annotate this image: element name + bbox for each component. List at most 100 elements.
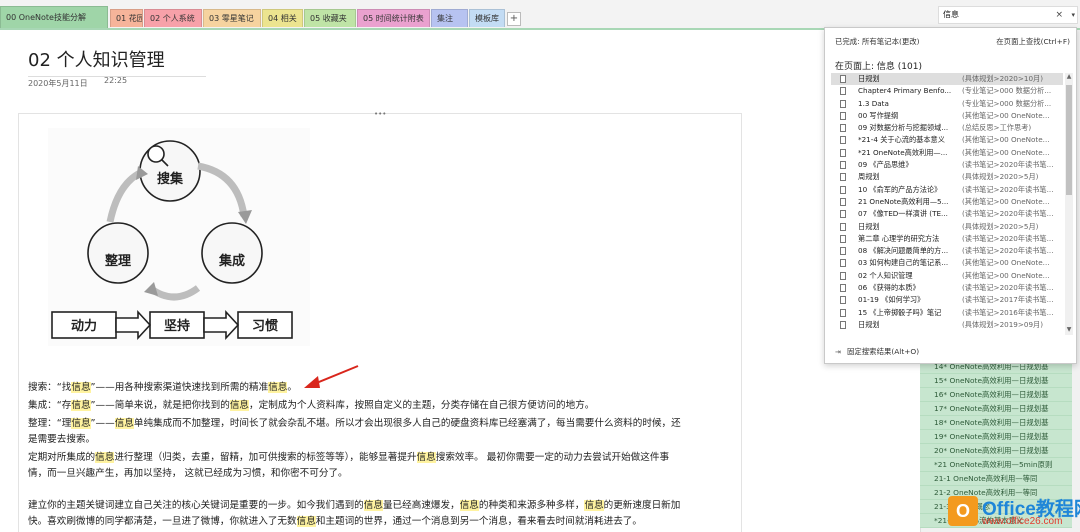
search-hit-highlight: 信息 bbox=[416, 452, 436, 463]
result-path: (读书笔记>2020年读书笔... bbox=[962, 209, 1054, 219]
search-hit-highlight: 信息 bbox=[71, 400, 91, 411]
search-results-panel: 已完成: 所有笔记本(更改) 在页面上查找(Ctrl+F) 在页面上: 信息 (… bbox=[824, 27, 1077, 364]
result-title: 日规划 bbox=[858, 74, 880, 83]
cycle-diagram: 搜集 整理 集成 动力 坚持 习惯 bbox=[51, 140, 293, 341]
search-result-item[interactable]: 日规划 (具体规划>2020>5月) bbox=[831, 221, 1063, 233]
page-icon bbox=[840, 210, 846, 219]
paragraph[interactable]: 建立你的主题关键词建立自己关注的核心关键词是重要的一步。如今我们遇到的信息量已经… bbox=[28, 498, 680, 514]
result-path: (总结反思>工作思考) bbox=[962, 123, 1032, 133]
section-tab[interactable]: 05 时间统计附表 bbox=[357, 9, 430, 27]
text-run: 是需要去搜索。 bbox=[28, 434, 96, 445]
result-title: 1.3 Data bbox=[858, 98, 889, 108]
section-tab[interactable]: 04 相关 bbox=[262, 9, 303, 27]
page-icon bbox=[840, 99, 846, 108]
pin-icon: ⇥ bbox=[835, 348, 841, 356]
search-result-item[interactable]: 15 《上帝掷骰子吗》笔记 (读书笔记>2016年读书笔... bbox=[831, 307, 1063, 319]
text-run: 的更新速度日新加 bbox=[603, 500, 681, 511]
text-run: ”——用各种搜索渠道快速找到所需的精准 bbox=[90, 382, 269, 393]
section-tab[interactable]: 模板库 bbox=[469, 9, 505, 27]
search-result-item[interactable]: 00 写作提纲 (其他笔记>00 OneNote... bbox=[831, 110, 1063, 122]
page-list-item[interactable]: 21-1 OneNote高效利用—等同 bbox=[920, 472, 1072, 486]
search-result-item[interactable]: 01-19 《如何学习》 (读书笔记>2017年读书笔... bbox=[831, 294, 1063, 306]
page-title[interactable]: 02 个人知识管理 bbox=[28, 46, 206, 77]
page-icon bbox=[840, 284, 846, 293]
search-result-item[interactable]: *21 OneNote高效利用—... (其他笔记>00 OneNote... bbox=[831, 147, 1063, 159]
search-result-item[interactable]: 日规划 (具体规划>2020>10月) bbox=[831, 73, 1063, 86]
search-hit-highlight: 信息 bbox=[296, 516, 316, 527]
page-list-item[interactable]: 17* OneNote高效利用—日规划基 bbox=[920, 402, 1072, 416]
search-result-item[interactable]: 03 如何构建自己的笔记系... (其他笔记>00 OneNote... bbox=[831, 257, 1063, 269]
paragraph[interactable]: 搜索：“找信息”——用各种搜索渠道快速找到所需的精准信息。 bbox=[28, 380, 297, 396]
result-path: (读书笔记>2016年读书笔... bbox=[962, 307, 1054, 317]
page-icon bbox=[840, 234, 846, 243]
result-title: 日规划 bbox=[858, 319, 880, 329]
search-result-item[interactable]: Chapter4 Primary Benfo... (专业笔记>000 数据分析.… bbox=[831, 85, 1063, 97]
page-date: 2020年5月11日 bbox=[28, 79, 88, 88]
search-result-item[interactable]: 06 《获得的本质》 (读书笔记>2020年读书笔... bbox=[831, 282, 1063, 294]
text-run: 集成：“存 bbox=[28, 400, 72, 411]
page-list-item[interactable]: 16* OneNote高效利用—日规划基 bbox=[920, 388, 1072, 402]
text-run: ”——简单来说，就是把你找到的 bbox=[90, 400, 230, 411]
paragraph[interactable]: 快。喜欢刷微博的同学都清楚，一旦进了微博，你就进入了无数信息和主题词的世界，通过… bbox=[28, 514, 642, 530]
paragraph[interactable]: 定期对所集成的信息进行整理（归类，去重，留精，加可供搜索的标签等等），能够显著提… bbox=[28, 450, 669, 466]
label-habit: 习惯 bbox=[252, 318, 278, 334]
search-result-item[interactable]: 10 《俞军的产品方法论》 (读书笔记>2020年读书笔... bbox=[831, 184, 1063, 196]
page-list-item[interactable]: 20* OneNote高效利用—日规划基 bbox=[920, 444, 1072, 458]
paragraph[interactable]: 是需要去搜索。 bbox=[28, 432, 95, 448]
search-hit-highlight: 信息 bbox=[584, 500, 604, 511]
result-path: (具体规划>2020>5月) bbox=[962, 172, 1039, 182]
container-drag-handle[interactable]: ••• bbox=[374, 110, 386, 118]
search-hit-highlight: 信息 bbox=[114, 418, 134, 429]
text-run: 量已经高速爆发， bbox=[382, 500, 460, 511]
search-result-item[interactable]: 09 对数据分析与挖掘领域... (总结反思>工作思考) bbox=[831, 122, 1063, 134]
search-scope-chevron-icon[interactable]: ▾ bbox=[1071, 7, 1075, 23]
section-tab-bar: 00 OneNote技能分解 01 花园 02 个人系统 03 零星笔记 04 相关 05… bbox=[0, 0, 1080, 30]
paragraph[interactable]: 情，而一旦兴趣产生，再加以坚持， 这就已经成为习惯，和你密不可分了。 bbox=[28, 466, 348, 482]
search-result-item[interactable]: 08 《解决问题最简单的方... (读书笔记>2020年读书笔... bbox=[831, 245, 1063, 257]
page-list-item[interactable]: *21 OneNote高效利用—5min原则 bbox=[920, 458, 1072, 472]
search-result-item[interactable]: 1.3 Data (专业笔记>000 数据分析... bbox=[831, 98, 1063, 110]
scroll-down-icon[interactable]: ▼ bbox=[1065, 326, 1073, 335]
clear-search-icon[interactable]: × bbox=[1055, 7, 1063, 23]
page-list-item[interactable]: 18* OneNote高效利用—日规划基 bbox=[920, 416, 1072, 430]
text-run: 进行整理（归类，去重，留精，加可供搜索的标签等等），能够显著提升 bbox=[114, 452, 417, 463]
result-path: (其他笔记>00 OneNote... bbox=[962, 270, 1050, 280]
result-title: *21 OneNote高效利用—... bbox=[858, 147, 948, 157]
section-tab[interactable]: 05 收藏夹 bbox=[304, 9, 356, 27]
search-result-item[interactable]: 日规划 (具体规划>2019>09月) bbox=[831, 319, 1063, 331]
section-tab[interactable]: 集注 bbox=[431, 9, 468, 27]
paragraph[interactable]: 集成：“存信息”——简单来说，就是把你找到的信息，定制成为个人资料库，按照自定义… bbox=[28, 398, 594, 414]
search-input[interactable]: 信息 × ▾ bbox=[938, 6, 1078, 24]
search-scope-link[interactable]: 已完成: 所有笔记本(更改) bbox=[835, 36, 920, 47]
label-organize: 整理 bbox=[104, 253, 131, 269]
search-result-item[interactable]: 07 《像TED一样演讲 (TE... (读书笔记>2020年读书笔... bbox=[831, 208, 1063, 220]
search-result-item[interactable]: 21 OneNote高效利用—5... (其他笔记>00 OneNote... bbox=[831, 196, 1063, 208]
result-title: 07 《像TED一样演讲 (TE... bbox=[858, 209, 948, 219]
search-result-item[interactable]: 周规划 (具体规划>2020>5月) bbox=[831, 171, 1063, 183]
section-tab[interactable]: 02 个人系统 bbox=[144, 9, 202, 27]
results-scrollbar[interactable]: ▲ ▼ bbox=[1065, 73, 1073, 335]
search-result-item[interactable]: *21-4 关于心流的基本意义 (其他笔记>00 OneNote... bbox=[831, 134, 1063, 146]
page-icon bbox=[840, 197, 846, 206]
section-tab[interactable]: 03 零星笔记 bbox=[203, 9, 261, 27]
section-tab[interactable]: 01 花园 bbox=[110, 9, 143, 27]
paragraph[interactable]: 整理：“理信息”——信息单纯集成而不加整理，时间长了就会杂乱不堪。所以才会出现很… bbox=[28, 416, 681, 432]
result-title: 06 《获得的本质》 bbox=[858, 283, 920, 293]
result-path: (具体规划>2019>09月) bbox=[962, 319, 1044, 329]
result-title: 周规划 bbox=[858, 172, 880, 182]
search-hit-highlight: 信息 bbox=[229, 400, 250, 411]
page-icon bbox=[840, 259, 846, 268]
scroll-thumb[interactable] bbox=[1066, 85, 1072, 195]
page-list-item[interactable]: 19* OneNote高效利用—日规划基 bbox=[920, 430, 1072, 444]
add-section-button[interactable]: + bbox=[507, 12, 521, 26]
search-result-item[interactable]: 02 个人知识管理 (其他笔记>00 OneNote... bbox=[831, 270, 1063, 282]
label-persist: 坚持 bbox=[164, 318, 190, 334]
page-list-item[interactable]: 15* OneNote高效利用—日规划基 bbox=[920, 374, 1072, 388]
scroll-up-icon[interactable]: ▲ bbox=[1065, 73, 1073, 82]
search-result-item[interactable]: 第二章 心理学的研究方法 (读书笔记>2020年读书笔... bbox=[831, 233, 1063, 245]
pin-results-button[interactable]: ⇥ 固定搜索结果(Alt+O) bbox=[835, 346, 919, 357]
result-title: 00 写作提纲 bbox=[858, 110, 899, 120]
section-tab[interactable]: 00 OneNote技能分解 bbox=[0, 6, 108, 30]
find-on-page-link[interactable]: 在页面上查找(Ctrl+F) bbox=[996, 36, 1070, 47]
search-result-item[interactable]: 09 《产品思维》 (读书笔记>2020年读书笔... bbox=[831, 159, 1063, 171]
